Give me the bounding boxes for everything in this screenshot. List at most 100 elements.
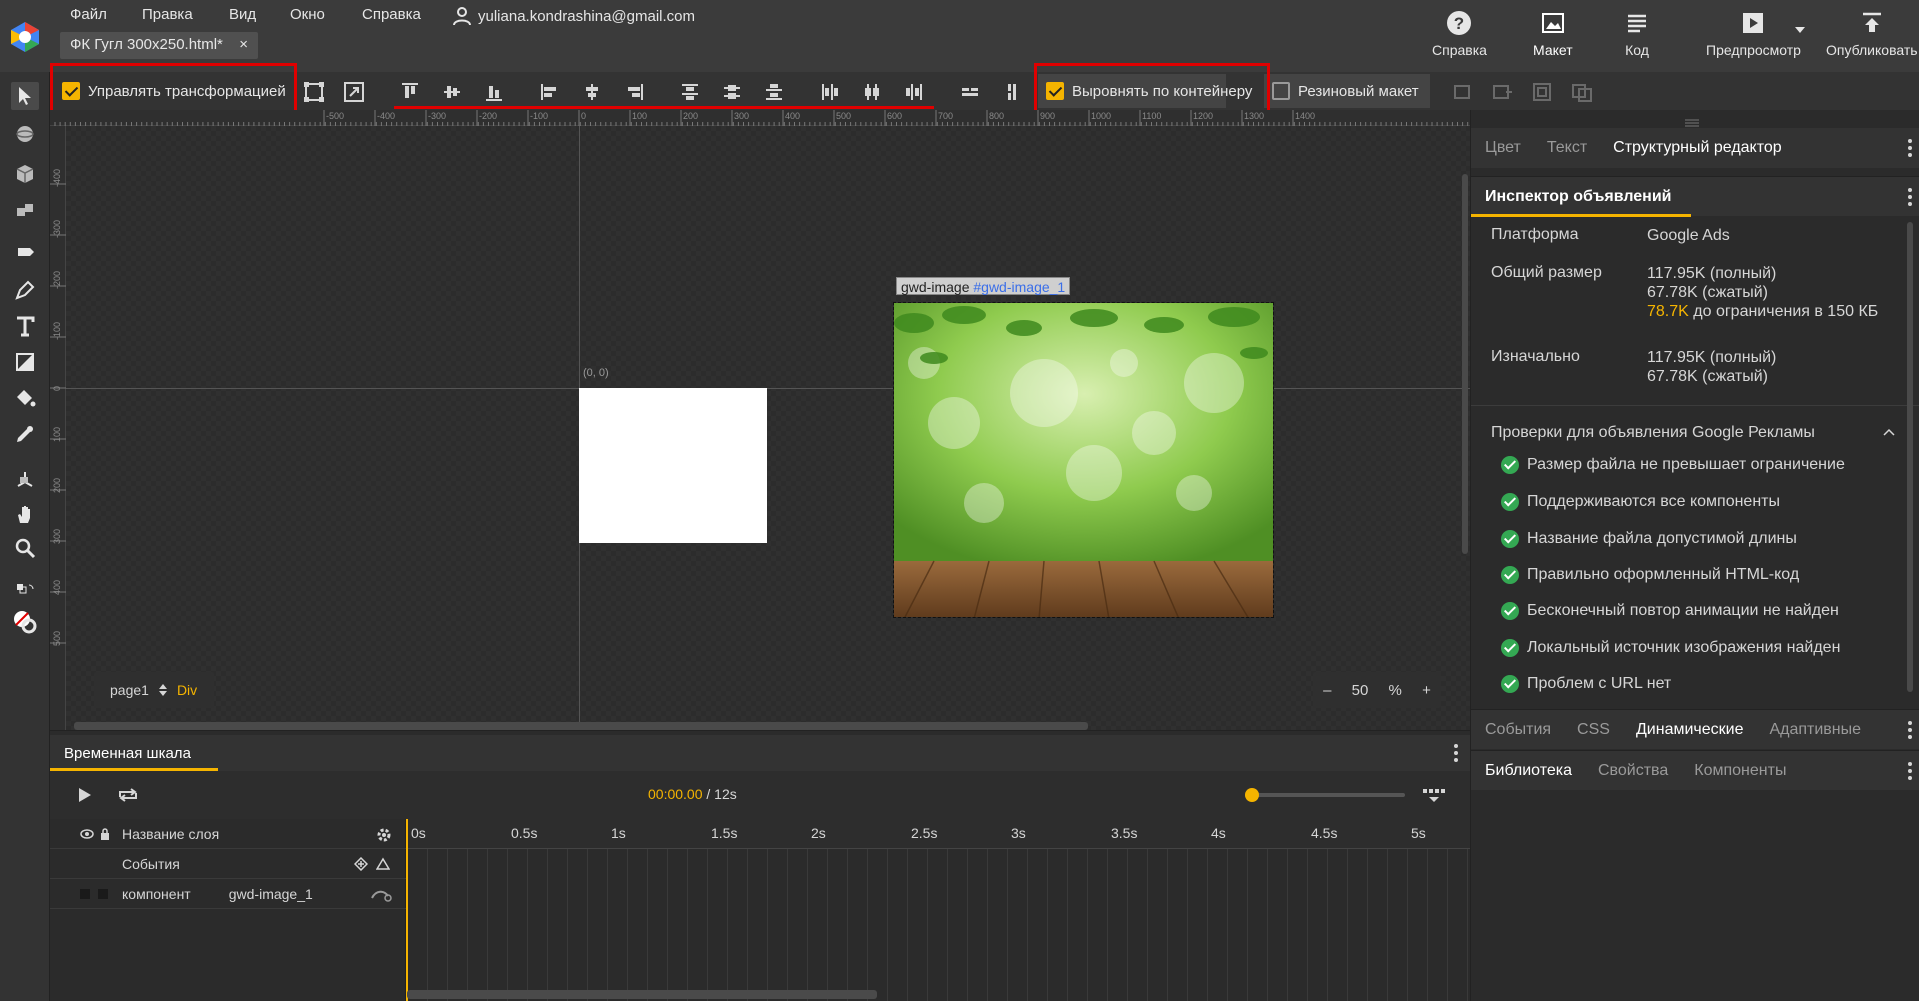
fill-tool[interactable]: [11, 384, 39, 412]
timeline-options-icon[interactable]: [1423, 789, 1445, 803]
publish-button[interactable]: Опубликовать: [1826, 10, 1918, 66]
scale-icon[interactable]: [342, 80, 366, 104]
menu-file[interactable]: Файл: [70, 6, 107, 28]
tab-dynamic[interactable]: Динамические: [1636, 721, 1744, 739]
code-button[interactable]: Код: [1624, 10, 1650, 66]
timeline-tab[interactable]: Временная шкала: [50, 735, 218, 771]
tab-events[interactable]: События: [1485, 721, 1551, 739]
tab-outline-editor[interactable]: Структурный редактор: [1613, 139, 1782, 157]
fill-stroke-swatch[interactable]: [11, 608, 39, 636]
zoom-out-button[interactable]: –: [1323, 682, 1331, 699]
wrap-icon[interactable]: [1450, 80, 1474, 104]
stage-vertical-scrollbar[interactable]: [1462, 174, 1468, 554]
timeline-zoom-slider[interactable]: [1245, 788, 1405, 802]
3d-view-tool[interactable]: [11, 466, 39, 494]
menu-view[interactable]: Вид: [229, 6, 256, 28]
top-panel-menu-icon[interactable]: [1908, 138, 1912, 158]
loop-icon[interactable]: [116, 787, 140, 803]
menu-help[interactable]: Справка: [362, 6, 421, 28]
tab-css[interactable]: CSS: [1577, 721, 1610, 739]
menu-edit[interactable]: Правка: [142, 6, 193, 28]
responsive-checkbox[interactable]: [1272, 82, 1290, 100]
distribute-top-icon[interactable]: [678, 80, 702, 104]
tab-components[interactable]: Компоненты: [1694, 762, 1786, 780]
stage-canvas[interactable]: (0, 0) gwd-image #gwd-image_1 page1 Div …: [66, 126, 1470, 730]
align-middle-icon[interactable]: [440, 80, 464, 104]
stage-horizontal-scrollbar[interactable]: [74, 722, 1088, 730]
space-vertical-icon[interactable]: [1000, 80, 1024, 104]
motion-path-icon[interactable]: [370, 888, 392, 902]
timeline-ruler[interactable]: 0s 0.5s 1s 1.5s 2s 2.5s 3s 3.5s 4s 4.5s …: [407, 819, 1470, 849]
3d-object-tool[interactable]: [11, 196, 39, 224]
user-account[interactable]: yuliana.kondrashina@gmail.com: [452, 4, 695, 28]
distribute-left-icon[interactable]: [818, 80, 842, 104]
zoom-in-button[interactable]: +: [1422, 682, 1431, 699]
eyedropper-tool[interactable]: [11, 420, 39, 448]
bokeh-background-image: [894, 303, 1273, 617]
timeline-menu-icon[interactable]: [1454, 743, 1458, 763]
middle-panel-menu-icon[interactable]: [1908, 720, 1912, 740]
visibility-toggle[interactable]: [80, 888, 90, 899]
menu-window[interactable]: Окно: [290, 6, 325, 28]
panel-drag-handle[interactable]: [1685, 114, 1699, 127]
zoom-tool[interactable]: [11, 534, 39, 562]
bottom-panel-menu-icon[interactable]: [1908, 761, 1912, 781]
transform-bounds-icon[interactable]: [302, 80, 326, 104]
preview-button[interactable]: Предпросмотр: [1706, 10, 1801, 66]
inspector-scrollbar[interactable]: [1907, 222, 1913, 692]
layer-row-gwd-image[interactable]: компонент gwd-image_1: [50, 879, 406, 909]
align-center-icon[interactable]: [580, 80, 604, 104]
3d-rotate-tool[interactable]: [11, 120, 39, 148]
select-tool[interactable]: [11, 82, 39, 110]
page-selector[interactable]: page1 Div: [94, 672, 214, 708]
preview-dropdown-icon[interactable]: [1794, 26, 1806, 34]
ad-canvas-page[interactable]: [579, 388, 767, 543]
inspector-menu-icon[interactable]: [1908, 187, 1912, 207]
collapse-chevron-icon[interactable]: [1883, 428, 1895, 436]
distribute-bottom-icon[interactable]: [762, 80, 786, 104]
group-icon[interactable]: [1530, 80, 1554, 104]
play-icon[interactable]: [78, 787, 92, 803]
responsive-toggle[interactable]: Резиновый макет: [1272, 80, 1419, 102]
tab-text[interactable]: Текст: [1547, 139, 1587, 157]
tab-color[interactable]: Цвет: [1485, 139, 1521, 157]
align-right-icon[interactable]: [622, 80, 646, 104]
tab-properties[interactable]: Свойства: [1598, 762, 1668, 780]
3d-translate-tool[interactable]: [11, 160, 39, 188]
lock-icon[interactable]: [100, 827, 110, 840]
layout-button[interactable]: Макет: [1533, 10, 1573, 66]
lock-toggle[interactable]: [98, 888, 108, 899]
gwd-image-element[interactable]: [893, 302, 1274, 618]
align-top-icon[interactable]: [398, 80, 422, 104]
ruler-label: 900: [1040, 111, 1055, 121]
align-left-icon[interactable]: [538, 80, 562, 104]
inspector-tab[interactable]: Инспектор объявлений: [1471, 177, 1691, 217]
distribute-center-icon[interactable]: [860, 80, 884, 104]
add-event-icon[interactable]: [354, 857, 368, 871]
tab-responsive[interactable]: Адаптивные: [1769, 721, 1861, 739]
swap-colors-tool[interactable]: [11, 578, 39, 606]
tag-tool[interactable]: [11, 238, 39, 266]
text-tool[interactable]: [11, 312, 39, 340]
shape-tool[interactable]: [11, 348, 39, 376]
close-tab-icon[interactable]: ×: [239, 36, 248, 55]
eye-icon[interactable]: [80, 828, 94, 839]
document-tab[interactable]: ФК Гугл 300x250.html* ×: [60, 32, 258, 59]
align-bottom-icon[interactable]: [482, 80, 506, 104]
settings-gear-icon[interactable]: [376, 827, 392, 843]
timeline-grid[interactable]: 0s 0.5s 1s 1.5s 2s 2.5s 3s 3.5s 4s 4.5s …: [407, 819, 1470, 1001]
add-label-icon[interactable]: [376, 857, 390, 871]
pen-tool[interactable]: [11, 276, 39, 304]
timeline-scrollbar[interactable]: [407, 990, 877, 999]
distribute-middle-icon[interactable]: [720, 80, 744, 104]
space-horizontal-icon[interactable]: [958, 80, 982, 104]
unwrap-icon[interactable]: [1490, 80, 1514, 104]
help-button[interactable]: ? Справка: [1432, 10, 1487, 66]
playhead[interactable]: [406, 819, 408, 1001]
timeline-zoom-knob[interactable]: [1245, 788, 1259, 802]
ungroup-icon[interactable]: [1570, 80, 1594, 104]
zoom-value[interactable]: 50: [1352, 682, 1369, 699]
hand-tool[interactable]: [11, 500, 39, 528]
distribute-right-icon[interactable]: [902, 80, 926, 104]
tab-library[interactable]: Библиотека: [1485, 762, 1572, 780]
